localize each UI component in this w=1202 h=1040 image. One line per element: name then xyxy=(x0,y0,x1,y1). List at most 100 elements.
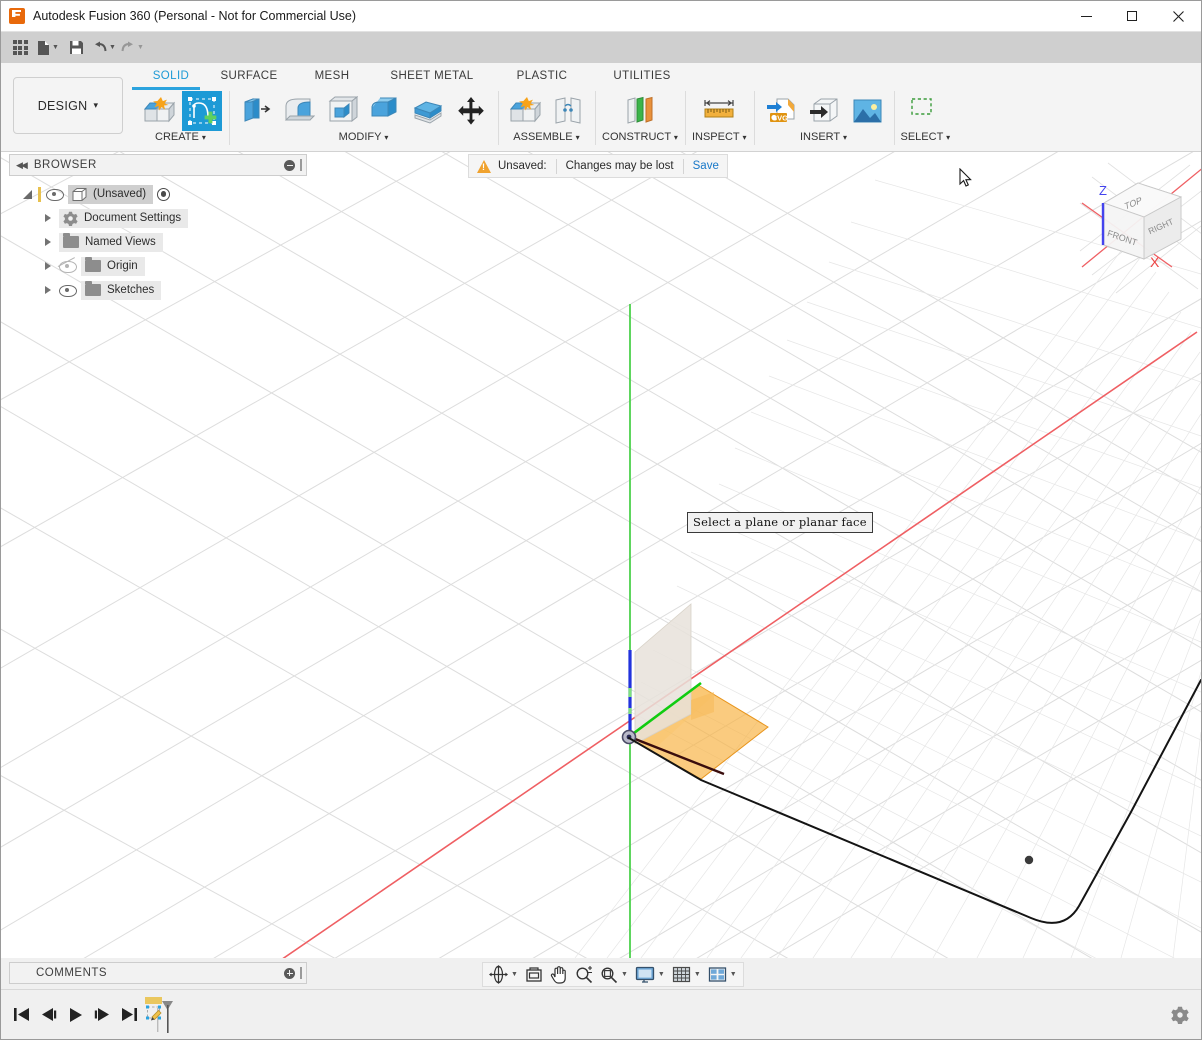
app-title: Autodesk Fusion 360 (Personal - Not for … xyxy=(33,9,356,23)
save-link[interactable]: Save xyxy=(693,160,719,172)
press-pull-button[interactable] xyxy=(322,91,362,131)
panel-inspect-label[interactable]: INSPECT ▾ xyxy=(692,131,747,143)
move-copy-button[interactable] xyxy=(451,91,491,131)
chevron-down-icon: ▾ xyxy=(93,100,98,111)
zoom-button[interactable] xyxy=(572,963,596,986)
tab-solid[interactable]: SOLID xyxy=(136,69,206,89)
timeline-beginning-button[interactable] xyxy=(9,1002,33,1028)
expand-triangle-right-icon[interactable] xyxy=(45,238,51,246)
browser-item-unsaved[interactable]: (Unsaved) xyxy=(9,182,307,206)
folder-icon xyxy=(85,260,101,272)
panel-grip-icon[interactable] xyxy=(300,967,302,979)
comments-panel-header: COMMENTS xyxy=(9,962,307,984)
app-grid-icon[interactable] xyxy=(7,35,33,61)
tab-mesh[interactable]: MESH xyxy=(292,69,372,89)
browser-item-document-settings[interactable]: Document Settings xyxy=(9,206,307,230)
panel-select-label[interactable]: SELECT ▾ xyxy=(901,131,951,143)
browser-item-label: Document Settings xyxy=(84,212,181,224)
tab-sheet-metal-label: SHEET METAL xyxy=(390,70,473,82)
expand-triangle-down-icon[interactable] xyxy=(23,190,32,199)
timeline-bar xyxy=(1,989,1201,1039)
panel-construct-label[interactable]: CONSTRUCT ▾ xyxy=(602,131,678,143)
expand-triangle-right-icon[interactable] xyxy=(45,214,51,222)
insert-svg-button[interactable]: SVG xyxy=(761,91,801,131)
insert-derive-button[interactable] xyxy=(804,91,844,131)
visibility-eye-icon[interactable] xyxy=(59,284,75,297)
tab-surface[interactable]: SURFACE xyxy=(206,69,292,89)
timeline-sketch-feature-icon[interactable] xyxy=(144,996,178,1034)
shell-button[interactable] xyxy=(408,91,448,131)
revolve-button[interactable] xyxy=(279,91,319,131)
timeline-play-button[interactable] xyxy=(63,1002,87,1028)
fusion-logo-icon xyxy=(9,8,25,24)
tab-sheet-metal[interactable]: SHEET METAL xyxy=(372,69,492,89)
create-sketch-button[interactable] xyxy=(182,91,222,131)
unsaved-notification-bar: Unsaved: Changes may be lost Save xyxy=(468,154,728,178)
expand-triangle-right-icon[interactable] xyxy=(45,262,51,270)
circle-plus-icon[interactable] xyxy=(284,968,295,979)
undo-button[interactable]: ▼ xyxy=(91,35,117,61)
panel-create: CREATE ▾ xyxy=(132,89,229,151)
offset-plane-button[interactable] xyxy=(620,91,660,131)
ribbon-tabs: SOLID SURFACE MESH SHEET METAL PLASTIC U… xyxy=(136,69,692,89)
save-icon[interactable] xyxy=(63,35,89,61)
new-component-button[interactable] xyxy=(139,91,179,131)
timeline-step-back-button[interactable] xyxy=(36,1002,60,1028)
browser-item-named-views[interactable]: Named Views xyxy=(9,230,307,254)
collapse-arrows-icon[interactable]: ◀◀ xyxy=(16,160,26,171)
panel-insert: SVG xyxy=(754,89,894,151)
extrude-button[interactable] xyxy=(236,91,276,131)
joint-button[interactable] xyxy=(548,91,588,131)
panel-grip-icon[interactable] xyxy=(300,159,302,171)
tab-solid-label: SOLID xyxy=(153,70,190,82)
browser-item-origin[interactable]: Origin xyxy=(9,254,307,278)
browser-item-label: (Unsaved) xyxy=(93,188,146,200)
pan-button[interactable] xyxy=(547,963,571,986)
workspace-switcher-button[interactable]: DESIGN ▾ xyxy=(13,77,123,134)
redo-button[interactable]: ▼ xyxy=(119,35,145,61)
viewcube-axis-z: Z xyxy=(1099,183,1107,198)
panel-insert-label[interactable]: INSERT ▾ xyxy=(800,131,847,143)
look-at-button[interactable] xyxy=(522,963,546,986)
viewports-button[interactable]: ▼ xyxy=(705,963,740,986)
insert-canvas-button[interactable] xyxy=(847,91,887,131)
orbit-button[interactable]: ▼ xyxy=(486,963,521,986)
expand-triangle-right-icon[interactable] xyxy=(45,286,51,294)
grid-snaps-button[interactable]: ▼ xyxy=(669,963,704,986)
chevron-down-icon: ▾ xyxy=(384,133,388,142)
viewport-fine-grid xyxy=(575,180,1201,958)
browser-item-label: Named Views xyxy=(85,236,156,248)
timeline-settings-gear-icon[interactable] xyxy=(1171,1006,1189,1024)
visibility-eye-off-icon[interactable] xyxy=(59,260,75,273)
tab-plastic[interactable]: PLASTIC xyxy=(492,69,592,89)
minimize-icon[interactable] xyxy=(1063,1,1109,32)
browser-item-sketches[interactable]: Sketches xyxy=(9,278,307,302)
circle-minus-icon[interactable] xyxy=(284,160,295,171)
measure-button[interactable] xyxy=(699,91,739,131)
folder-icon xyxy=(85,284,101,296)
maximize-icon[interactable] xyxy=(1109,1,1155,32)
tab-utilities[interactable]: UTILITIES xyxy=(592,69,692,89)
gear-icon xyxy=(63,211,78,226)
panel-modify-label[interactable]: MODIFY ▾ xyxy=(339,131,389,143)
timeline-step-forward-button[interactable] xyxy=(90,1002,114,1028)
panel-assemble-label[interactable]: ASSEMBLE ▾ xyxy=(513,131,579,143)
display-settings-button[interactable]: ▼ xyxy=(632,963,668,986)
panel-select: SELECT ▾ xyxy=(894,89,958,151)
activate-radio-icon[interactable] xyxy=(157,188,170,201)
visibility-eye-icon[interactable] xyxy=(46,188,62,201)
select-button[interactable] xyxy=(905,91,945,131)
panel-create-label[interactable]: CREATE ▾ xyxy=(155,131,206,143)
fillet-button[interactable] xyxy=(365,91,405,131)
viewport-tooltip: Select a plane or planar face xyxy=(687,512,873,533)
viewcube-axis-x: X xyxy=(1150,254,1160,270)
assemble-new-component-button[interactable] xyxy=(505,91,545,131)
close-icon[interactable] xyxy=(1155,1,1201,32)
fit-button[interactable]: ▼ xyxy=(597,963,631,986)
component-cube-icon xyxy=(72,187,87,202)
file-menu-button[interactable]: ▼ xyxy=(35,35,61,61)
timeline-end-button[interactable] xyxy=(117,1002,141,1028)
browser-item-label: Origin xyxy=(107,260,138,272)
workspace-label: DESIGN xyxy=(38,99,88,113)
chevron-down-icon: ▾ xyxy=(674,133,678,142)
